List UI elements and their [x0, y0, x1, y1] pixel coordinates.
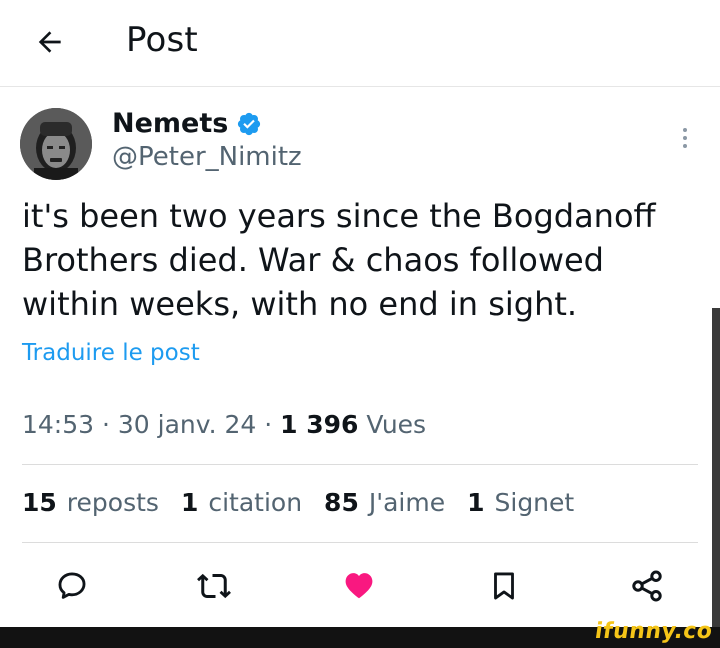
- share-button[interactable]: [627, 566, 667, 606]
- like-button[interactable]: [339, 566, 379, 606]
- scrollbar[interactable]: [712, 308, 720, 628]
- author-name-text: Nemets: [112, 108, 229, 139]
- stat-label: J'aime: [368, 488, 446, 517]
- views-count: 1 396: [280, 410, 359, 439]
- verified-badge-icon: [238, 112, 261, 135]
- stat-reposts[interactable]: 15 reposts: [22, 488, 159, 517]
- avatar-portrait: [20, 108, 92, 180]
- stat-likes[interactable]: 85 J'aime: [324, 488, 445, 517]
- action-bar: [0, 562, 720, 612]
- divider: [22, 464, 698, 465]
- meta-spacer: [358, 410, 366, 439]
- page-title: Post: [126, 20, 198, 60]
- post-meta: 14:53 · 30 janv. 24 · 1 396 Vues: [22, 410, 426, 439]
- author-handle[interactable]: @Peter_Nimitz: [112, 142, 302, 172]
- share-icon: [632, 570, 662, 602]
- stat-label: Signet: [494, 488, 575, 517]
- stat-number: 1: [180, 488, 199, 517]
- reply-icon: [58, 572, 86, 599]
- more-dot: [683, 128, 687, 132]
- views-label: Vues: [366, 410, 427, 439]
- divider: [22, 542, 698, 543]
- reply-button[interactable]: [52, 566, 92, 606]
- stat-number: 15: [22, 488, 57, 517]
- stat-bookmarks[interactable]: 1 Signet: [467, 488, 574, 517]
- more-dot: [683, 144, 687, 148]
- avatar[interactable]: [20, 108, 92, 180]
- post-time[interactable]: 14:53: [22, 410, 94, 439]
- post-date[interactable]: 30 janv. 24: [118, 410, 256, 439]
- repost-icon: [197, 573, 231, 599]
- arrow-left-icon: [38, 31, 61, 53]
- stat-label: citation: [208, 488, 303, 517]
- stat-number: 1: [467, 488, 485, 517]
- meta-separator: ·: [94, 410, 118, 439]
- heart-icon: [345, 573, 373, 599]
- stat-label: reposts: [66, 488, 159, 517]
- post-text: it's been two years since the Bogdanoff …: [22, 197, 656, 323]
- translate-post-link[interactable]: Traduire le post: [22, 340, 200, 366]
- stat-quotes[interactable]: 1 citation: [181, 488, 302, 517]
- bookmark-icon: [494, 572, 514, 600]
- repost-button[interactable]: [194, 566, 234, 606]
- header-bar: Post: [0, 0, 720, 87]
- stat-number: 85: [324, 488, 359, 517]
- back-button[interactable]: [30, 22, 70, 62]
- more-options-button[interactable]: [672, 122, 698, 154]
- watermark-logo: ifunny.co: [592, 619, 714, 644]
- more-dot: [683, 136, 687, 140]
- engagement-stats: 15 reposts 1 citation 85 J'aime 1 Signet: [22, 488, 596, 517]
- author-name[interactable]: Nemets: [112, 108, 262, 139]
- meta-separator: ·: [256, 410, 281, 439]
- bookmark-button[interactable]: [484, 566, 524, 606]
